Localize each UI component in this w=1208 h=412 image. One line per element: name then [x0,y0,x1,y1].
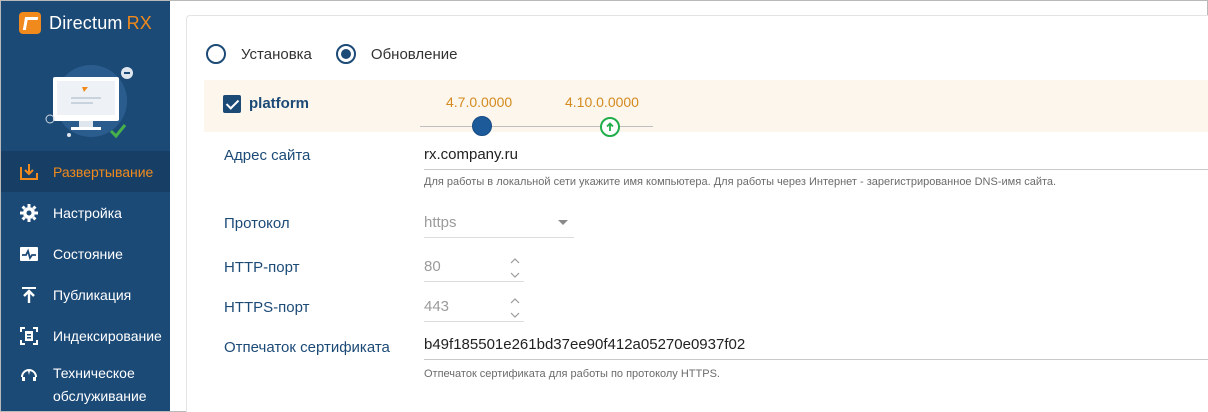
site-address-label: Адрес сайта [224,147,311,164]
https-port-value: 443 [424,298,450,315]
deploy-icon [19,162,39,182]
sidebar-item-label: Настройка [53,204,122,221]
index-icon [19,326,39,346]
deployment-computer-illustration-icon [45,65,133,139]
radio-circle [206,44,226,64]
new-version: 4.10.0.0000 [565,94,639,110]
update-version-button[interactable] [600,117,620,137]
stepper-up-icon[interactable] [508,254,522,268]
stepper-down-icon[interactable] [508,268,522,282]
update-radio[interactable]: Обновление [335,44,458,64]
main-panel: Установка Обновление platform 4.7.0.0000… [186,15,1208,412]
cert-thumbprint-input[interactable]: b49f185501e261bd37ee90f412a05270e0937f02 [424,334,1208,360]
sidebar-item-label: Развертывание [53,163,154,180]
package-name: platform [249,95,309,112]
directum-logo-icon [19,12,41,34]
site-address-hint: Для работы в локальной сети укажите имя … [424,176,1057,188]
http-port-label: HTTP-порт [224,259,300,276]
arrow-up-icon [606,122,614,131]
protocol-value: https [424,214,457,231]
install-radio[interactable]: Установка [206,44,312,64]
protocol-label: Протокол [224,215,290,232]
stepper-down-icon[interactable] [508,308,522,322]
sidebar-item-label: Публикация [53,286,132,303]
package-row: platform 4.7.0.0000 4.10.0.0000 [204,80,1208,137]
current-version-knob[interactable] [472,116,492,136]
gear-icon [19,203,39,223]
sidebar-item-deploy[interactable]: Развертывание [1,151,170,192]
brand-logo: Directum RX [19,11,152,35]
sidebar-item-label: Состояние [53,245,123,262]
site-address-input[interactable]: rx.company.ru [424,144,1208,170]
sidebar-item-indexing[interactable]: Индексирование [1,315,170,356]
brand-suffix: RX [126,12,153,33]
current-version: 4.7.0.0000 [446,94,513,110]
update-radio-label: Обновление [370,45,458,63]
install-radio-label: Установка [241,45,312,63]
pulse-icon [19,244,39,264]
sidebar-item-settings[interactable]: Настройка [1,192,170,233]
sidebar-item-status[interactable]: Состояние [1,233,170,274]
protocol-select[interactable]: https [424,212,574,238]
sidebar-nav: Развертывание Настройка Состояние Публик… [1,151,170,408]
cert-thumbprint-label: Отпечаток сертификата [224,339,390,356]
package-checkbox[interactable] [223,95,241,113]
radio-circle [335,44,356,64]
stepper-up-icon[interactable] [508,294,522,308]
mode-radio-group: Установка Обновление [206,44,482,64]
https-port-input[interactable]: 443 [424,296,524,322]
brand-name: Directum RX [49,12,153,33]
sidebar-item-publish[interactable]: Публикация [1,274,170,315]
http-port-input[interactable]: 80 [424,256,524,282]
http-port-value: 80 [424,258,441,275]
maintenance-icon [19,364,39,384]
upload-icon [19,285,39,305]
http-port-stepper [508,254,522,284]
sidebar: Directum RX Развертывание Настройка Сост… [1,1,170,411]
sidebar-item-maintenance[interactable]: Техническое обслуживание [1,356,170,408]
chevron-down-icon [558,220,568,225]
sidebar-item-label: Техническое обслуживание [53,365,147,404]
https-port-label: HTTPS-порт [224,299,310,316]
https-port-stepper [508,294,522,324]
sidebar-item-label: Индексирование [53,327,162,344]
cert-thumbprint-hint: Отпечаток сертификата для работы по прот… [424,368,720,380]
